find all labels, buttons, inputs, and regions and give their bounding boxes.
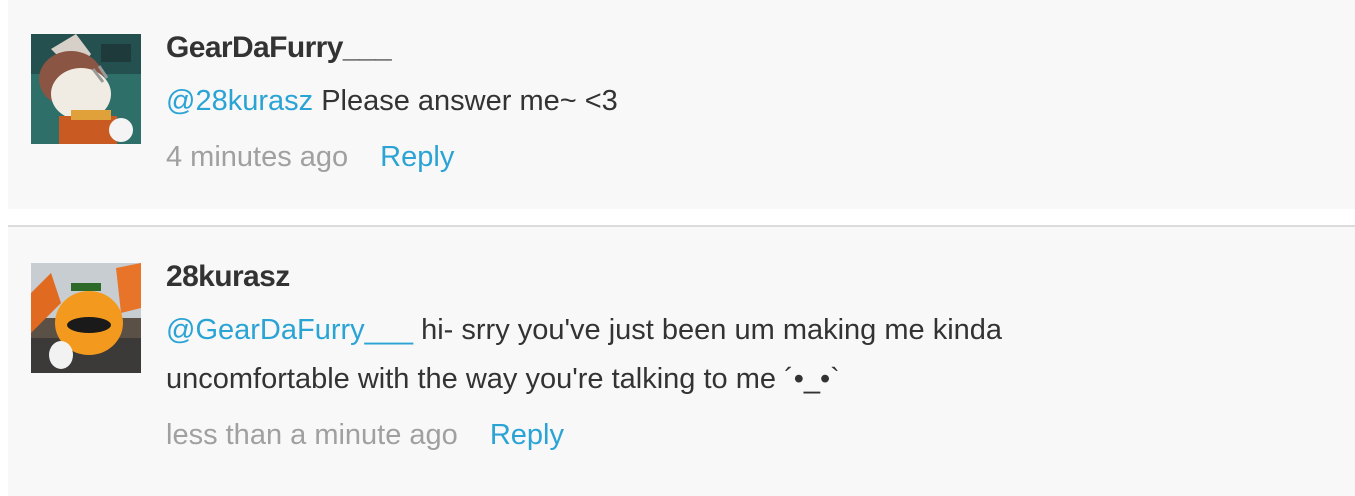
mention-link[interactable]: @GearDaFurry___ — [166, 314, 413, 346]
comment-meta: less than a minute ago Reply — [166, 415, 1335, 455]
reply-button[interactable]: Reply — [490, 419, 564, 451]
mention-link[interactable]: @28kurasz — [166, 85, 313, 117]
comment-meta: 4 minutes ago Reply — [166, 137, 1335, 177]
reply-button[interactable]: Reply — [380, 141, 454, 173]
comment-timestamp: 4 minutes ago — [166, 141, 349, 173]
comment-list: GearDaFurry___ @28kurasz Please answer m… — [0, 0, 1355, 496]
user-avatar[interactable] — [31, 34, 141, 144]
comment-body: GearDaFurry___ @28kurasz Please answer m… — [166, 28, 1335, 177]
comment-message: Please answer me~ <3 — [321, 85, 618, 117]
comment-item: 28kurasz @GearDaFurry___ hi- srry you've… — [8, 225, 1355, 496]
comment-username[interactable]: 28kurasz — [166, 257, 290, 297]
comment-timestamp: less than a minute ago — [166, 419, 458, 451]
comment-item: GearDaFurry___ @28kurasz Please answer m… — [8, 0, 1355, 209]
comment-username[interactable]: GearDaFurry___ — [166, 28, 392, 68]
comment-text: @GearDaFurry___ hi- srry you've just bee… — [166, 306, 1106, 404]
comment-body: 28kurasz @GearDaFurry___ hi- srry you've… — [166, 257, 1335, 455]
user-avatar[interactable] — [31, 263, 141, 373]
comment-text: @28kurasz Please answer me~ <3 — [166, 77, 1106, 126]
